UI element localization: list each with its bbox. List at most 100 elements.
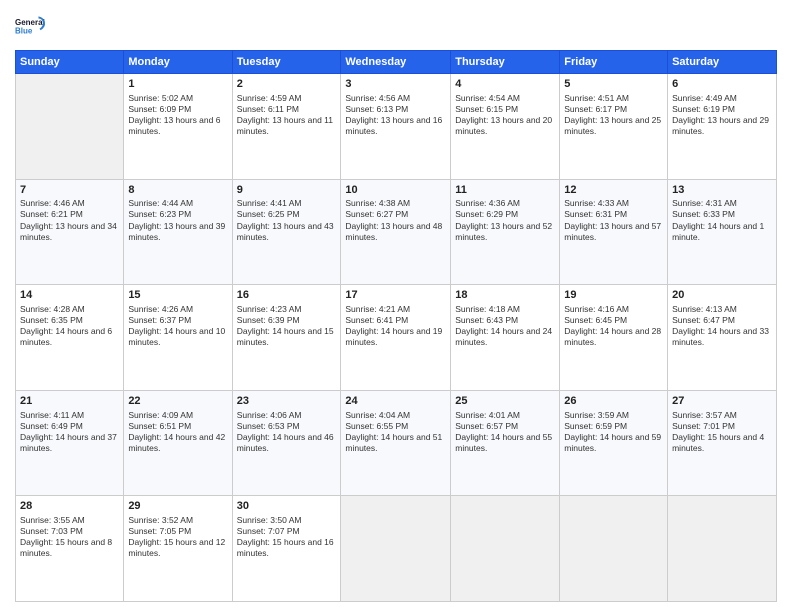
calendar-cell: 28Sunrise: 3:55 AMSunset: 7:03 PMDayligh… [16,496,124,602]
day-number: 26 [564,394,663,409]
day-number: 23 [237,394,337,409]
calendar-week-row: 21Sunrise: 4:11 AMSunset: 6:49 PMDayligh… [16,390,777,496]
day-number: 13 [672,183,772,198]
weekday-header-row: SundayMondayTuesdayWednesdayThursdayFrid… [16,51,777,74]
calendar-cell: 5Sunrise: 4:51 AMSunset: 6:17 PMDaylight… [560,74,668,180]
calendar-week-row: 7Sunrise: 4:46 AMSunset: 6:21 PMDaylight… [16,179,777,285]
day-number: 30 [237,499,337,514]
cell-details: Sunrise: 4:01 AMSunset: 6:57 PMDaylight:… [455,410,555,454]
cell-details: Sunrise: 4:54 AMSunset: 6:15 PMDaylight:… [455,93,555,137]
cell-details: Sunrise: 3:57 AMSunset: 7:01 PMDaylight:… [672,410,772,454]
cell-details: Sunrise: 4:16 AMSunset: 6:45 PMDaylight:… [564,304,663,348]
cell-details: Sunrise: 4:06 AMSunset: 6:53 PMDaylight:… [237,410,337,454]
calendar-cell: 10Sunrise: 4:38 AMSunset: 6:27 PMDayligh… [341,179,451,285]
cell-details: Sunrise: 3:55 AMSunset: 7:03 PMDaylight:… [20,515,119,559]
day-number: 27 [672,394,772,409]
calendar-cell: 27Sunrise: 3:57 AMSunset: 7:01 PMDayligh… [668,390,777,496]
calendar-table: SundayMondayTuesdayWednesdayThursdayFrid… [15,50,777,602]
calendar-cell: 12Sunrise: 4:33 AMSunset: 6:31 PMDayligh… [560,179,668,285]
cell-details: Sunrise: 4:04 AMSunset: 6:55 PMDaylight:… [345,410,446,454]
day-number: 5 [564,77,663,92]
calendar-cell: 25Sunrise: 4:01 AMSunset: 6:57 PMDayligh… [451,390,560,496]
calendar-cell: 15Sunrise: 4:26 AMSunset: 6:37 PMDayligh… [124,285,232,391]
calendar-cell: 4Sunrise: 4:54 AMSunset: 6:15 PMDaylight… [451,74,560,180]
day-number: 21 [20,394,119,409]
cell-details: Sunrise: 4:18 AMSunset: 6:43 PMDaylight:… [455,304,555,348]
calendar-cell: 22Sunrise: 4:09 AMSunset: 6:51 PMDayligh… [124,390,232,496]
day-number: 15 [128,288,227,303]
weekday-header: Wednesday [341,51,451,74]
calendar-cell: 8Sunrise: 4:44 AMSunset: 6:23 PMDaylight… [124,179,232,285]
cell-details: Sunrise: 4:44 AMSunset: 6:23 PMDaylight:… [128,198,227,242]
calendar-cell: 11Sunrise: 4:36 AMSunset: 6:29 PMDayligh… [451,179,560,285]
page-header: General Blue [15,10,777,42]
calendar-cell: 14Sunrise: 4:28 AMSunset: 6:35 PMDayligh… [16,285,124,391]
cell-details: Sunrise: 4:33 AMSunset: 6:31 PMDaylight:… [564,198,663,242]
day-number: 8 [128,183,227,198]
calendar-cell [668,496,777,602]
calendar-cell: 30Sunrise: 3:50 AMSunset: 7:07 PMDayligh… [232,496,341,602]
cell-details: Sunrise: 4:26 AMSunset: 6:37 PMDaylight:… [128,304,227,348]
logo: General Blue [15,10,47,42]
calendar-cell: 16Sunrise: 4:23 AMSunset: 6:39 PMDayligh… [232,285,341,391]
day-number: 19 [564,288,663,303]
day-number: 11 [455,183,555,198]
cell-details: Sunrise: 4:56 AMSunset: 6:13 PMDaylight:… [345,93,446,137]
cell-details: Sunrise: 4:38 AMSunset: 6:27 PMDaylight:… [345,198,446,242]
cell-details: Sunrise: 4:51 AMSunset: 6:17 PMDaylight:… [564,93,663,137]
weekday-header: Tuesday [232,51,341,74]
day-number: 25 [455,394,555,409]
cell-details: Sunrise: 4:31 AMSunset: 6:33 PMDaylight:… [672,198,772,242]
day-number: 14 [20,288,119,303]
calendar-week-row: 1Sunrise: 5:02 AMSunset: 6:09 PMDaylight… [16,74,777,180]
cell-details: Sunrise: 4:09 AMSunset: 6:51 PMDaylight:… [128,410,227,454]
calendar-cell: 21Sunrise: 4:11 AMSunset: 6:49 PMDayligh… [16,390,124,496]
calendar-cell: 2Sunrise: 4:59 AMSunset: 6:11 PMDaylight… [232,74,341,180]
calendar-cell [16,74,124,180]
weekday-header: Monday [124,51,232,74]
cell-details: Sunrise: 4:36 AMSunset: 6:29 PMDaylight:… [455,198,555,242]
cell-details: Sunrise: 4:46 AMSunset: 6:21 PMDaylight:… [20,198,119,242]
calendar-cell: 23Sunrise: 4:06 AMSunset: 6:53 PMDayligh… [232,390,341,496]
calendar-cell: 18Sunrise: 4:18 AMSunset: 6:43 PMDayligh… [451,285,560,391]
cell-details: Sunrise: 4:28 AMSunset: 6:35 PMDaylight:… [20,304,119,348]
cell-details: Sunrise: 4:13 AMSunset: 6:47 PMDaylight:… [672,304,772,348]
day-number: 28 [20,499,119,514]
calendar-cell: 26Sunrise: 3:59 AMSunset: 6:59 PMDayligh… [560,390,668,496]
day-number: 24 [345,394,446,409]
calendar-cell: 7Sunrise: 4:46 AMSunset: 6:21 PMDaylight… [16,179,124,285]
day-number: 6 [672,77,772,92]
day-number: 10 [345,183,446,198]
day-number: 22 [128,394,227,409]
calendar-week-row: 28Sunrise: 3:55 AMSunset: 7:03 PMDayligh… [16,496,777,602]
calendar-cell [341,496,451,602]
day-number: 4 [455,77,555,92]
calendar-cell: 29Sunrise: 3:52 AMSunset: 7:05 PMDayligh… [124,496,232,602]
calendar-page: General Blue SundayMondayTuesdayWednesda… [0,0,792,612]
calendar-cell [560,496,668,602]
calendar-cell: 24Sunrise: 4:04 AMSunset: 6:55 PMDayligh… [341,390,451,496]
calendar-cell: 6Sunrise: 4:49 AMSunset: 6:19 PMDaylight… [668,74,777,180]
calendar-cell: 17Sunrise: 4:21 AMSunset: 6:41 PMDayligh… [341,285,451,391]
day-number: 9 [237,183,337,198]
calendar-cell [451,496,560,602]
cell-details: Sunrise: 4:49 AMSunset: 6:19 PMDaylight:… [672,93,772,137]
day-number: 2 [237,77,337,92]
calendar-cell: 3Sunrise: 4:56 AMSunset: 6:13 PMDaylight… [341,74,451,180]
cell-details: Sunrise: 4:23 AMSunset: 6:39 PMDaylight:… [237,304,337,348]
calendar-cell: 1Sunrise: 5:02 AMSunset: 6:09 PMDaylight… [124,74,232,180]
cell-details: Sunrise: 4:21 AMSunset: 6:41 PMDaylight:… [345,304,446,348]
cell-details: Sunrise: 4:11 AMSunset: 6:49 PMDaylight:… [20,410,119,454]
cell-details: Sunrise: 3:50 AMSunset: 7:07 PMDaylight:… [237,515,337,559]
day-number: 18 [455,288,555,303]
logo-svg: General Blue [15,10,47,42]
svg-text:Blue: Blue [15,26,33,35]
cell-details: Sunrise: 4:41 AMSunset: 6:25 PMDaylight:… [237,198,337,242]
cell-details: Sunrise: 5:02 AMSunset: 6:09 PMDaylight:… [128,93,227,137]
day-number: 20 [672,288,772,303]
weekday-header: Friday [560,51,668,74]
day-number: 1 [128,77,227,92]
cell-details: Sunrise: 4:59 AMSunset: 6:11 PMDaylight:… [237,93,337,137]
weekday-header: Sunday [16,51,124,74]
svg-text:General: General [15,18,45,27]
